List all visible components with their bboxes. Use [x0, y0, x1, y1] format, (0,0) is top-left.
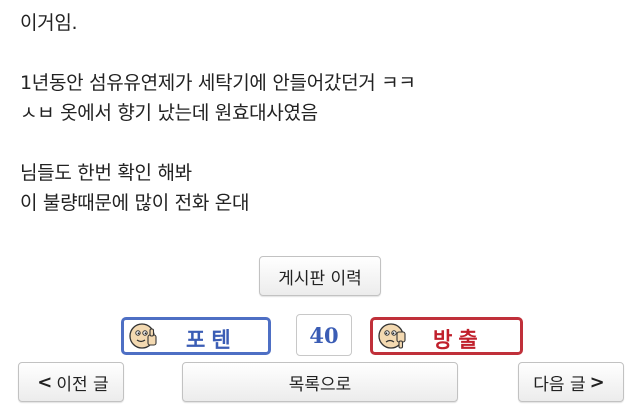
back-to-list-button[interactable]: 목록으로: [182, 362, 458, 402]
post-line: ㅅㅂ 옷에서 향기 났는데 원효대사였음: [20, 102, 318, 124]
post-line: 님들도 한번 확인 해봐: [20, 162, 192, 184]
upvote-button[interactable]: 포텐: [121, 317, 271, 355]
post-line-blank: [20, 38, 620, 68]
prev-post-button[interactable]: < 이전 글: [18, 362, 124, 402]
prev-post-label: 이전 글: [56, 374, 109, 395]
post-line: 이 불량때문에 많이 전화 온대: [20, 192, 250, 214]
post-body: 이거임. 1년동안 섬유유연제가 세탁기에 안들어갔던거 ㅋㅋ ㅅㅂ 옷에서 향…: [20, 8, 620, 218]
downvote-label: 방출: [433, 328, 484, 352]
vote-count: 40: [296, 314, 352, 356]
post-line: 이거임.: [20, 12, 78, 34]
next-post-button[interactable]: 다음 글 >: [518, 362, 624, 402]
thumbs-up-face-icon: [128, 321, 158, 355]
post-line: 1년동안 섬유유연제가 세탁기에 안들어갔던거 ㅋㅋ: [20, 72, 416, 94]
downvote-button[interactable]: 방출: [370, 317, 523, 355]
thumbs-down-face-icon: [377, 321, 407, 355]
chevron-right-icon: >: [589, 371, 605, 393]
post-line-blank: [20, 128, 620, 158]
upvote-label: 포텐: [186, 328, 237, 352]
chevron-left-icon: <: [37, 371, 53, 393]
board-history-button[interactable]: 게시판 이력: [259, 256, 381, 296]
next-post-label: 다음 글: [533, 374, 586, 395]
